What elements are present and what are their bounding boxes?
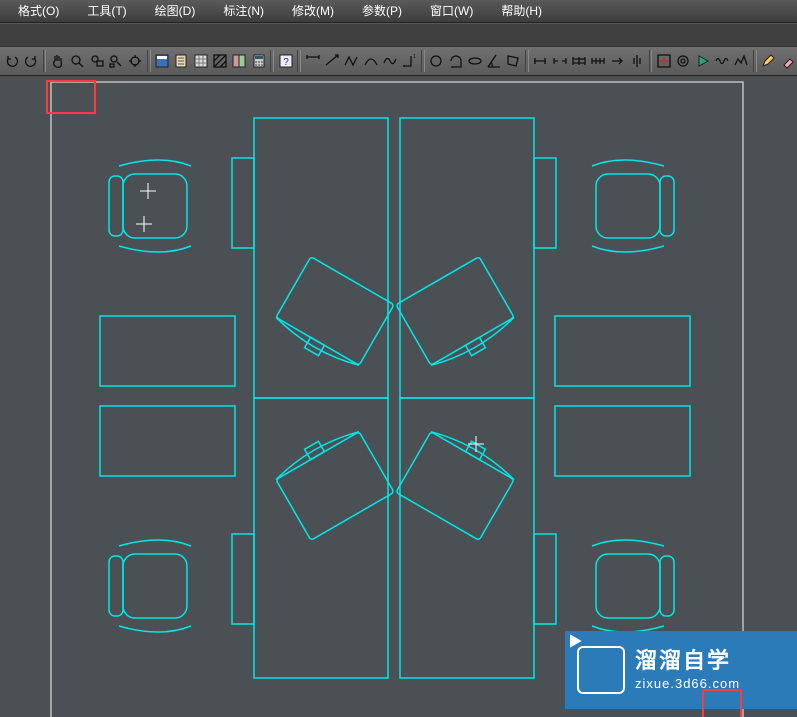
hatch-icon[interactable]: [210, 50, 229, 72]
wave-icon[interactable]: [712, 50, 731, 72]
svg-text:?: ?: [283, 57, 289, 68]
toolbar-separator: [147, 50, 151, 72]
angle-icon[interactable]: [485, 50, 504, 72]
baseline-icon[interactable]: [589, 50, 608, 72]
ray-icon[interactable]: [322, 50, 341, 72]
menu-draw[interactable]: 绘图(D): [141, 0, 210, 22]
zoom-dynamic-icon[interactable]: [106, 50, 125, 72]
circle-icon[interactable]: [427, 50, 446, 72]
arrow-icon[interactable]: [608, 50, 627, 72]
line-icon[interactable]: [303, 50, 322, 72]
polyline-icon[interactable]: [342, 50, 361, 72]
svg-text:1: 1: [413, 54, 416, 60]
undo-icon[interactable]: [2, 50, 21, 72]
menu-modify[interactable]: 修改(M): [278, 0, 348, 22]
revcloud-icon[interactable]: [446, 50, 465, 72]
sheet-icon[interactable]: [172, 50, 191, 72]
pan-icon[interactable]: [48, 50, 67, 72]
centerline-icon[interactable]: [627, 50, 646, 72]
eraser-icon[interactable]: [778, 50, 797, 72]
linear-icon[interactable]: [531, 50, 550, 72]
ordinate-icon[interactable]: 1: [400, 50, 419, 72]
toolbar-separator: [649, 50, 653, 72]
toolbar-separator: [43, 50, 47, 72]
toolbar-separator: [297, 50, 301, 72]
zoom-icon[interactable]: [68, 50, 87, 72]
menu-format[interactable]: 格式(O): [4, 0, 73, 22]
properties-icon[interactable]: [153, 50, 172, 72]
cad-drawing: [0, 76, 797, 717]
layers-icon[interactable]: [191, 50, 210, 72]
calculator-icon[interactable]: [249, 50, 268, 72]
menu-params[interactable]: 参数(P): [348, 0, 416, 22]
menu-help[interactable]: 帮助(H): [487, 0, 556, 22]
menu-annotate[interactable]: 标注(N): [209, 0, 278, 22]
redo-icon[interactable]: [21, 50, 40, 72]
drawing-canvas[interactable]: 溜溜自学 zixue.3d66.com: [0, 76, 797, 717]
plus-icon[interactable]: [654, 50, 673, 72]
zoom-extents-icon[interactable]: [126, 50, 145, 72]
pencil-icon[interactable]: [759, 50, 778, 72]
toolpalettes-icon[interactable]: [230, 50, 249, 72]
toolbar-separator: [525, 50, 529, 72]
toolbar-separator: [270, 50, 274, 72]
toolbar-separator: [753, 50, 757, 72]
polygon-icon[interactable]: [504, 50, 523, 72]
aligned-icon[interactable]: [550, 50, 569, 72]
menu-bar: 格式(O) 工具(T) 绘图(D) 标注(N) 修改(M) 参数(P) 窗口(W…: [0, 0, 797, 23]
zoom-window-icon[interactable]: [87, 50, 106, 72]
toolbar: ?1: [0, 47, 797, 76]
play-icon[interactable]: [693, 50, 712, 72]
circle2-icon[interactable]: [674, 50, 693, 72]
spark-icon[interactable]: [732, 50, 751, 72]
ellipse-icon[interactable]: [465, 50, 484, 72]
continue-icon[interactable]: [569, 50, 588, 72]
help-icon[interactable]: ?: [276, 50, 295, 72]
spline-icon[interactable]: [380, 50, 399, 72]
menu-window[interactable]: 窗口(W): [416, 0, 487, 22]
menu-tools[interactable]: 工具(T): [73, 0, 140, 22]
arc-icon[interactable]: [361, 50, 380, 72]
toolbar-gap: [0, 23, 797, 47]
toolbar-separator: [421, 50, 425, 72]
